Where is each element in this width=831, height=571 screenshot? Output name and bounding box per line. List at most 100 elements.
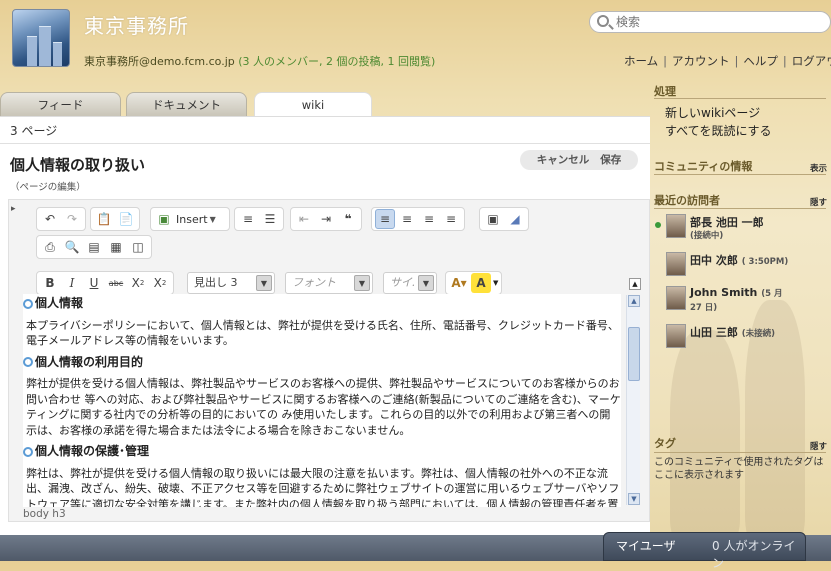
new-wiki-page-link[interactable]: 新しいwikiページ (665, 104, 760, 121)
nav-home[interactable]: ホーム (624, 54, 658, 68)
insert-button[interactable]: Insert (176, 213, 208, 226)
undo-icon[interactable]: ↶ (40, 209, 60, 229)
eraser-icon[interactable]: ◢ (505, 209, 525, 229)
search-box[interactable] (589, 11, 831, 33)
content-heading: 個人情報の利用目的 (23, 355, 621, 371)
show-blocks-icon[interactable]: ▦ (106, 237, 126, 257)
subscript-icon[interactable]: X2 (128, 273, 148, 293)
template-icon[interactable]: ▤ (84, 237, 104, 257)
blockquote-icon[interactable]: ❝ (338, 209, 358, 229)
content-paragraph: 弊社が提供を受ける個人情報は、弊社製品やサービスのお客様への提供、弊社製品やサー… (26, 377, 621, 437)
cancel-button[interactable]: キャンセル (537, 154, 590, 166)
maximize-icon[interactable]: ▣ (483, 209, 503, 229)
sidebar-process-heading: 処理 (654, 85, 676, 98)
heading-select[interactable]: 見出し 3 ▼ (187, 272, 275, 294)
size-select-value: サイ. (390, 276, 416, 289)
text-color-icon[interactable]: A▾ (449, 273, 469, 293)
mark-all-read-link[interactable]: すべてを既読にする (665, 122, 772, 139)
collapse-toolbar-icon[interactable]: ▸ (11, 204, 16, 214)
tags-hide[interactable]: 隠す (810, 440, 827, 452)
my-users-panel[interactable]: マイユーザ 0 人がオンライン (603, 532, 806, 570)
nav-logout[interactable]: ログアウト (792, 54, 831, 68)
visitor-status: 27 日) (690, 303, 718, 313)
font-select[interactable]: フォント ▼ (285, 272, 373, 294)
divider (0, 143, 650, 144)
chevron-down-icon: ▼ (209, 214, 216, 224)
online-count: 0 人がオンライン (712, 539, 796, 570)
search-icon (597, 15, 609, 27)
list-group: ≡ ☰ (234, 207, 284, 231)
strikethrough-icon[interactable]: abc (106, 273, 126, 293)
main-panel: 3 ページ 個人情報の取り扱い （ページの編集） キャンセル 保存 ▸ ↶ ↷ … (0, 116, 650, 535)
recent-visitors-heading: 最近の訪問者 (654, 194, 720, 207)
align-justify-icon[interactable]: ≡ (441, 209, 461, 229)
background-color-icon[interactable]: A (471, 273, 491, 293)
recent-visitors-hide[interactable]: 隠す (810, 196, 827, 208)
community-info-show[interactable]: 表示 (810, 162, 827, 174)
divider (654, 208, 826, 209)
redo-icon[interactable]: ↷ (62, 209, 82, 229)
size-select[interactable]: サイ. ▼ (383, 272, 437, 294)
edit-actions: キャンセル 保存 (520, 150, 638, 170)
undo-redo-group: ↶ ↷ (36, 207, 86, 231)
scroll-thumb[interactable] (628, 327, 640, 381)
my-users-label[interactable]: マイユーザ (616, 537, 676, 554)
insert-group: ▣ Insert ▼ (150, 207, 230, 231)
italic-icon[interactable]: I (62, 273, 82, 293)
visitor-name[interactable]: John Smith (5 月 (690, 286, 783, 299)
bold-icon[interactable]: B (40, 273, 60, 293)
nav-account[interactable]: アカウント (672, 54, 730, 68)
ordered-list-icon[interactable]: ≡ (238, 209, 258, 229)
document-group: ⎙ 🔍 ▤ ▦ ◫ (36, 235, 152, 259)
find-replace-icon[interactable]: ◫ (128, 237, 148, 257)
text-format-group: B I U abc X2 X2 (36, 271, 174, 295)
align-center-icon[interactable]: ≡ (397, 209, 417, 229)
save-button[interactable]: 保存 (600, 154, 621, 166)
align-group: ≡ ≡ ≡ ≡ (371, 207, 465, 231)
editor-content[interactable]: 個人情報 本プライバシーポリシーにおいて、個人情報とは、弊社が提供を受ける氏名、… (23, 294, 621, 507)
indent-icon[interactable]: ⇥ (316, 209, 336, 229)
page-count[interactable]: 3 ページ (10, 122, 57, 139)
resize-corner-icon[interactable]: ▲ (629, 278, 641, 290)
paste-text-icon[interactable]: 📄 (116, 209, 136, 229)
color-group: A▾ A ▼ (445, 271, 503, 295)
editor-scrollbar[interactable]: ▲ ▼ (626, 295, 640, 505)
align-left-icon[interactable]: ≡ (375, 209, 395, 229)
community-subline: 東京事務所@demo.fcm.co.jp (3 人のメンバー, 2 個の投稿, … (84, 53, 435, 69)
tab-feed[interactable]: フィード (0, 92, 121, 116)
divider (654, 174, 826, 175)
clipboard-group: 📋 📄 (90, 207, 140, 231)
nav-help[interactable]: ヘルプ (743, 54, 778, 68)
underline-icon[interactable]: U (84, 273, 104, 293)
scroll-up-icon[interactable]: ▲ (628, 295, 640, 307)
print-icon[interactable]: ⎙ (40, 237, 60, 257)
tags-description: このコミュニティで使用されたタグはここに表示されます (654, 457, 824, 481)
visitor-name[interactable]: 山田 三郎 (未接続) (690, 324, 775, 340)
tab-wiki[interactable]: wiki (254, 92, 372, 118)
community-email[interactable]: 東京事務所@demo.fcm.co.jp (84, 55, 235, 68)
tab-documents[interactable]: ドキュメント (126, 92, 247, 116)
visitor-status: (接続中) (690, 231, 724, 241)
outdent-icon[interactable]: ⇤ (294, 209, 314, 229)
preview-icon[interactable]: 🔍 (62, 237, 82, 257)
superscript-icon[interactable]: X2 (150, 273, 170, 293)
search-input[interactable] (616, 14, 816, 30)
align-right-icon[interactable]: ≡ (419, 209, 439, 229)
content-heading: 個人情報の保護･管理 (23, 444, 621, 460)
avatar (666, 324, 686, 348)
bullet-icon (23, 357, 33, 368)
chevron-down-icon: ▼ (354, 275, 370, 291)
unordered-list-icon[interactable]: ☰ (260, 209, 280, 229)
paste-icon[interactable]: 📋 (94, 209, 114, 229)
visitor-name[interactable]: 田中 次郎 ( 3:50PM) (690, 252, 788, 268)
content-heading: 個人情報 (23, 296, 621, 312)
heading-select-value: 見出し 3 (194, 276, 238, 289)
scroll-down-icon[interactable]: ▼ (628, 493, 640, 505)
community-stats: (3 人のメンバー, 2 個の投稿, 1 回閲覧) (238, 55, 436, 68)
chevron-down-icon: ▼ (493, 279, 499, 287)
font-select-value: フォント (292, 276, 336, 289)
misc-group: ▣ ◢ (479, 207, 529, 231)
visitor-name[interactable]: 部長 池田 一郎 (690, 214, 764, 230)
site-title: 東京事務所 (84, 14, 189, 38)
avatar (666, 286, 686, 310)
